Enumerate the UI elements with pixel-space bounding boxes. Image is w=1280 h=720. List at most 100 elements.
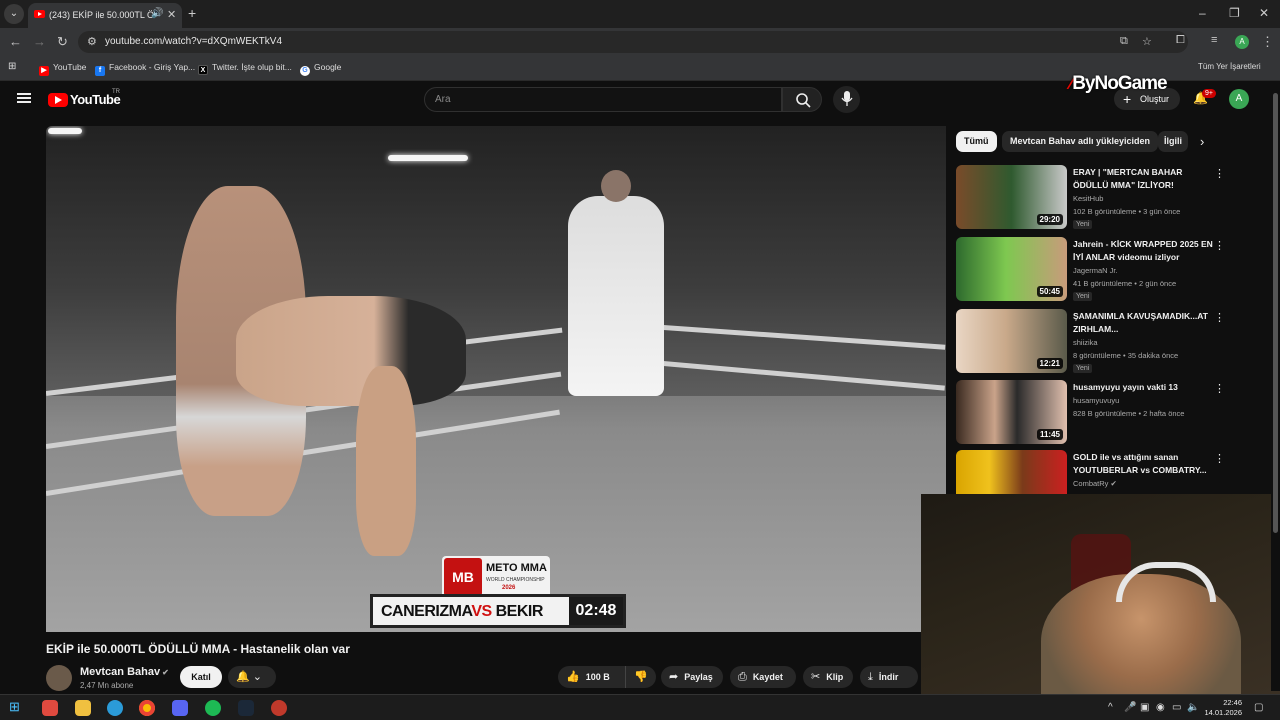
recommendation-channel[interactable]: JagermaN Jr.: [1073, 266, 1118, 275]
file-explorer-icon[interactable]: [75, 700, 91, 716]
browser-tab[interactable]: (243) EKİP ile 50.000TL ÖDÜLLÜ MMA 🔊 ✕: [28, 3, 182, 28]
bookmark-youtube[interactable]: ▶ YouTube: [39, 62, 86, 76]
new-badge: Yeni: [1073, 220, 1093, 229]
voice-search-button[interactable]: [833, 86, 860, 113]
video-thumbnail[interactable]: 29:20: [956, 165, 1067, 229]
notification-center-icon[interactable]: ▢: [1254, 702, 1263, 713]
all-bookmarks[interactable]: Tüm Yer İşaretleri: [1198, 62, 1261, 71]
more-options-icon[interactable]: ⋮: [1214, 452, 1225, 465]
app-icon[interactable]: [42, 700, 58, 716]
volume-icon[interactable]: 🔈: [1187, 702, 1199, 713]
reload-icon[interactable]: ↻: [57, 34, 68, 50]
tray-app-icon[interactable]: ▣: [1140, 702, 1149, 713]
recommendation-channel[interactable]: KesitHub: [1073, 194, 1103, 203]
address-bar[interactable]: ⚙ youtube.com/watch?v=dXQmWEKTkV4 ⧉ ☆: [78, 31, 1188, 53]
app-icon[interactable]: [271, 700, 287, 716]
recommendation-channel[interactable]: shiizika: [1073, 338, 1098, 347]
menu-icon[interactable]: [17, 93, 31, 104]
video-thumbnail[interactable]: 12:21: [956, 309, 1067, 373]
video-player[interactable]: MB METO MMA WORLD CHAMPIONSHIP 2026 CANE…: [46, 126, 946, 632]
recommendation-title[interactable]: husamyuyu yayın vakti 13: [1073, 381, 1213, 394]
dislike-button[interactable]: 👎: [625, 666, 654, 688]
join-button[interactable]: Katıl: [180, 666, 222, 688]
recommendation-title[interactable]: ERAY | "MERTCAN BAHAR ÖDÜLLÜ MMA" İZLİYO…: [1073, 166, 1213, 192]
chip-all[interactable]: Tümü: [956, 131, 997, 152]
like-button[interactable]: 👍 100 B: [566, 671, 610, 683]
more-options-icon[interactable]: ⋮: [1214, 167, 1225, 180]
new-tab-icon[interactable]: +: [188, 5, 196, 21]
discord-icon[interactable]: [172, 700, 188, 716]
close-window-icon[interactable]: ✕: [1259, 6, 1269, 20]
chip-related[interactable]: İlgili: [1158, 131, 1188, 152]
recommendation-channel[interactable]: CombatRy ✔: [1073, 479, 1117, 488]
audio-playing-icon[interactable]: 🔊: [151, 8, 163, 19]
streamer-webcam: [921, 494, 1280, 694]
mic-tray-icon[interactable]: 🎤: [1124, 702, 1136, 713]
notification-badge: 9+: [1202, 89, 1216, 98]
recommendation-title[interactable]: Jahrein - KİCK WRAPPED 2025 EN İYİ ANLAR…: [1073, 238, 1213, 264]
back-icon[interactable]: ←: [9, 34, 22, 49]
forward-icon[interactable]: →: [33, 34, 46, 49]
chevron-right-icon[interactable]: ›: [1200, 134, 1204, 149]
restore-icon[interactable]: ❐: [1229, 6, 1240, 20]
ceiling-light: [388, 155, 468, 161]
spotify-icon[interactable]: [205, 700, 221, 716]
bookmark-google[interactable]: G Google: [300, 62, 341, 76]
recommendation-item[interactable]: 11:45 husamyuyu yayın vakti 13 husamyuvu…: [956, 380, 1225, 446]
video-thumbnail[interactable]: 50:45: [956, 237, 1067, 301]
steam-icon[interactable]: [238, 700, 254, 716]
network-icon[interactable]: ▭: [1172, 702, 1181, 713]
edge-icon[interactable]: [107, 700, 123, 716]
account-avatar[interactable]: A: [1229, 89, 1249, 109]
event-logo-mark: MB: [444, 558, 482, 596]
bookmark-facebook[interactable]: f Facebook - Giriş Yap...: [95, 62, 195, 76]
apps-grid-icon[interactable]: ⊞: [8, 61, 16, 72]
browser-menu-icon[interactable]: ⋮: [1261, 34, 1274, 50]
more-options-icon[interactable]: ⋮: [1214, 239, 1225, 252]
recommendation-item[interactable]: 12:21 ŞAMANIMLA KAVUŞAMADIK...AT ZIRHLAM…: [956, 309, 1225, 375]
bookmark-star-icon[interactable]: ☆: [1142, 35, 1152, 48]
reading-list-icon[interactable]: ≡: [1211, 34, 1217, 46]
install-app-icon[interactable]: ⧉: [1120, 35, 1128, 48]
tab-search-dropdown-icon[interactable]: ⌄: [4, 4, 24, 24]
browser-profile-avatar[interactable]: A: [1235, 35, 1249, 49]
browser-tab-bar: ⌄ (243) EKİP ile 50.000TL ÖDÜLLÜ MMA 🔊 ✕…: [0, 0, 1280, 28]
video-thumbnail[interactable]: 11:45: [956, 380, 1067, 444]
share-button[interactable]: ➦ Paylaş: [661, 666, 723, 688]
tab-close-icon[interactable]: ✕: [167, 8, 176, 21]
channel-avatar[interactable]: [46, 665, 72, 691]
subscriber-count: 2,47 Mn abone: [80, 681, 134, 690]
more-options-icon[interactable]: ⋮: [1214, 382, 1225, 395]
page-scrollbar[interactable]: [1271, 81, 1280, 691]
windows-start-icon[interactable]: ⊞: [9, 699, 25, 715]
recommendation-title[interactable]: GOLD ile vs attığını sanan YOUTUBERLAR v…: [1073, 451, 1213, 477]
site-info-icon[interactable]: ⚙: [87, 35, 97, 48]
tray-chevron-icon[interactable]: ^: [1108, 702, 1113, 713]
download-button[interactable]: ⤓ İndir: [860, 666, 918, 688]
channel-name[interactable]: Mevtcan Bahav ✔: [80, 666, 169, 678]
save-button[interactable]: ⎙ Kaydet: [730, 666, 796, 688]
taskbar-clock[interactable]: 22:46 14.01.2026: [1202, 698, 1242, 718]
youtube-logo-icon[interactable]: [48, 93, 68, 107]
search-input[interactable]: Ara: [424, 87, 782, 112]
search-button[interactable]: [782, 87, 822, 112]
subscribed-bell-button[interactable]: 🔔 ⌄: [228, 666, 276, 688]
recommendation-channel[interactable]: husamyuvuyu: [1073, 396, 1119, 405]
recommendation-item[interactable]: 29:20 ERAY | "MERTCAN BAHAR ÖDÜLLÜ MMA" …: [956, 165, 1225, 231]
extensions-icon[interactable]: ⧠: [1176, 34, 1185, 47]
bookmark-twitter[interactable]: X Twitter. İşte olup bit...: [198, 62, 292, 75]
scrollbar-thumb[interactable]: [1273, 93, 1278, 533]
youtube-favicon-icon: [34, 10, 45, 18]
tray-app-icon[interactable]: ◉: [1156, 702, 1165, 713]
chrome-icon[interactable]: [139, 700, 155, 716]
tab-title: (243) EKİP ile 50.000TL ÖDÜLLÜ MMA: [49, 10, 153, 20]
recommendation-title[interactable]: ŞAMANIMLA KAVUŞAMADIK...AT ZIRHLAM...: [1073, 310, 1213, 336]
url-text[interactable]: youtube.com/watch?v=dXQmWEKTkV4: [105, 36, 282, 47]
recommendation-meta: 8 görüntüleme • 35 dakika önce: [1073, 351, 1179, 360]
more-options-icon[interactable]: ⋮: [1214, 311, 1225, 324]
minimize-icon[interactable]: –: [1199, 6, 1206, 20]
chevron-down-icon: ⌄: [252, 671, 262, 683]
chip-from-uploader[interactable]: Mevtcan Bahav adlı yükleyiciden: [1002, 131, 1159, 152]
clip-button[interactable]: ✂ Klip: [803, 666, 853, 688]
recommendation-item[interactable]: 50:45 Jahrein - KİCK WRAPPED 2025 EN İYİ…: [956, 237, 1225, 303]
